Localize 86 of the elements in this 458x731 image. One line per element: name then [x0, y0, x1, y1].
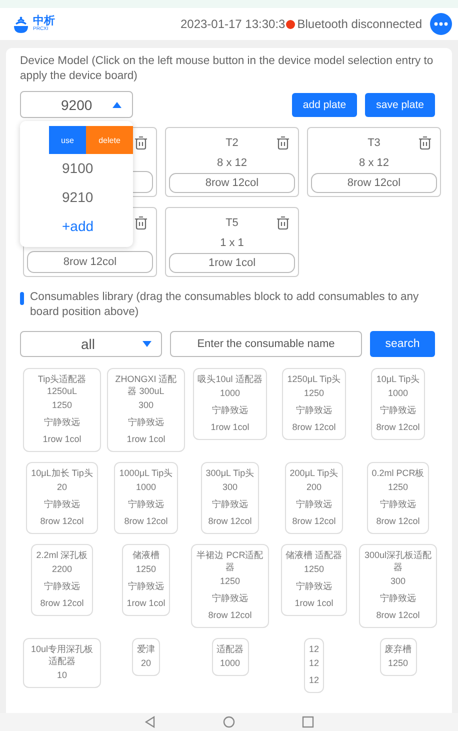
consumable-detail: 1row 1col: [126, 597, 166, 610]
consumable-detail: 8row 12col: [124, 515, 168, 528]
consumable-detail: 12: [308, 674, 319, 687]
consumable-detail: 1250: [388, 657, 408, 670]
consumable-detail: 1250: [388, 481, 408, 494]
consumable-name: 储液槽: [132, 549, 160, 561]
consumable-detail: 1250: [304, 563, 324, 576]
consumable-detail: 宁静致远: [296, 404, 332, 417]
consumable-detail: 宁静致远: [380, 498, 416, 511]
consumable-detail: 8row 12col: [376, 609, 420, 622]
consumable-detail: 12: [308, 657, 319, 670]
plate-name: T3: [368, 136, 380, 151]
consumable-detail: 宁静致远: [380, 592, 416, 605]
consumable-detail: 8row 12col: [208, 609, 252, 622]
consumable-detail: 宁静致远: [212, 592, 248, 605]
consumable-name: 2.2ml 深孔板: [36, 549, 88, 561]
plate-layout: 8row 12col: [311, 173, 437, 193]
consumable-detail: 1row 1col: [210, 421, 250, 434]
consumable-detail: 1250: [304, 387, 324, 400]
consumable-detail: 8row 12col: [292, 421, 336, 434]
consumable-name: 10μL加长 Tip头: [31, 467, 93, 479]
consumable-detail: 1250: [220, 575, 240, 588]
timestamp: 2023-01-17 13:30:3: [180, 17, 286, 31]
consumable-name: 0.2ml PCR板: [372, 467, 424, 479]
consumable-name: 废弃槽: [384, 643, 412, 655]
consumable-name: 1250μL Tip头: [287, 373, 341, 385]
consumable-name: 爱津: [137, 643, 155, 655]
device-model-hint: Device Model (Click on the left mouse button in the device model selection entry to apply the device board): [20, 54, 434, 84]
consumable-detail: 宁静致远: [44, 416, 80, 429]
consumable-detail: 300: [390, 575, 406, 588]
consumables-hint: Consumables library (drag the consumables block to add consumables to any board position above): [30, 290, 420, 320]
consumable-detail: 8row 12col: [376, 515, 420, 528]
consumable-detail: 宁静致远: [128, 580, 164, 593]
plate-size: 8 x 12: [217, 156, 247, 171]
consumable-detail: 宁静致远: [128, 498, 164, 511]
consumable-detail: 宁静致远: [212, 498, 248, 511]
plate-size: 1 x 1: [220, 236, 244, 251]
consumable-name: 吸头10ul 适配器: [198, 373, 262, 385]
consumable-name: 12: [308, 643, 319, 655]
consumable-detail: 宁静致远: [296, 498, 332, 511]
consumable-detail: 300: [222, 481, 238, 494]
consumable-name: 10μL Tip头: [376, 373, 420, 385]
consumable-detail: 1000: [388, 387, 408, 400]
consumable-name: 适配器: [216, 643, 244, 655]
consumable-detail: 200: [306, 481, 322, 494]
consumable-name: ZHONGXI 适配器 300uL: [114, 373, 178, 397]
brand-name: 中析: [33, 16, 55, 27]
consumable-detail: 300: [138, 399, 154, 412]
consumable-detail: 1row 1col: [126, 433, 166, 446]
plate-layout: 1row 1col: [169, 253, 295, 273]
consumable-detail: 1row 1col: [294, 597, 334, 610]
consumable-name: 10ul专用深孔板适配器: [30, 643, 94, 667]
plate-size: 8 x 12: [359, 156, 389, 171]
consumable-detail: 1000: [220, 657, 240, 670]
consumable-detail: 宁静致远: [212, 404, 248, 417]
plate-name: T5: [226, 216, 238, 231]
consumable-detail: 8row 12col: [292, 515, 336, 528]
consumable-detail: 1250: [136, 563, 156, 576]
consumable-name: 300μL Tip头: [206, 467, 254, 479]
consumable-detail: 8row 12col: [376, 421, 420, 434]
consumable-detail: 8row 12col: [40, 597, 84, 610]
consumable-detail: 20: [140, 657, 151, 670]
consumable-detail: 10: [56, 669, 67, 682]
consumable-name: 储液槽 适配器: [286, 549, 342, 561]
consumable-detail: 宁静致远: [296, 580, 332, 593]
consumable-detail: 2200: [52, 563, 72, 576]
consumable-detail: 1row 1col: [42, 433, 82, 446]
consumable-detail: 1250: [52, 399, 72, 412]
consumable-detail: 宁静致远: [44, 498, 80, 511]
consumable-name: 200μL Tip头: [290, 467, 338, 479]
plate-layout: 8row 12col: [27, 251, 153, 273]
consumable-name: 1000μL Tip头: [119, 467, 173, 479]
plate-layout: 8row 12col: [169, 173, 295, 193]
consumable-detail: 1000: [220, 387, 240, 400]
consumable-detail: 宁静致远: [44, 580, 80, 593]
bluetooth-status: Bluetooth disconnected: [297, 17, 422, 31]
consumable-detail: 20: [56, 481, 67, 494]
consumable-name: 300ul深孔板适配器: [364, 549, 432, 573]
consumable-detail: 宁静致远: [380, 404, 416, 417]
consumable-detail: 8row 12col: [208, 515, 252, 528]
plate-name: T2: [226, 136, 238, 151]
consumable-detail: 8row 12col: [40, 515, 84, 528]
consumable-detail: 宁静致远: [128, 416, 164, 429]
consumable-detail: 1000: [136, 481, 156, 494]
consumable-name: 半裙边 PCR适配器: [196, 549, 264, 573]
consumable-name: Tip头适配器 1250uL: [36, 373, 88, 397]
